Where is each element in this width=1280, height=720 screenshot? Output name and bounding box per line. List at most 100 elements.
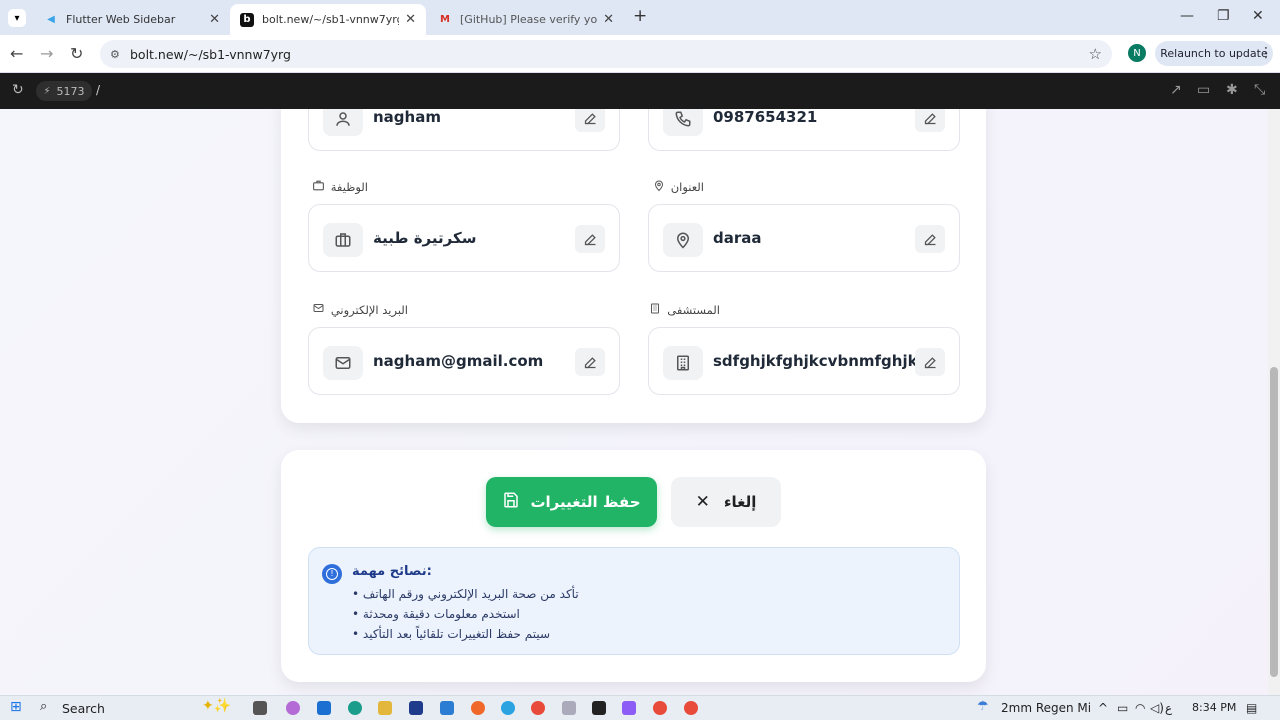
briefcase-icon	[323, 223, 363, 257]
tab-title: bolt.new/~/sb1-vnnw7yrg	[262, 13, 400, 26]
close-window-button[interactable]: ✕	[1252, 8, 1264, 24]
url-text: bolt.new/~/sb1-vnnw7yrg	[130, 46, 291, 62]
close-icon[interactable]: ✕	[405, 12, 416, 27]
reload-icon[interactable]: ↻	[70, 44, 83, 63]
chrome-icon[interactable]	[684, 701, 698, 715]
edit-hospital-button[interactable]	[915, 348, 945, 376]
wifi-icon: ◠	[1135, 701, 1146, 715]
building-icon	[663, 346, 703, 380]
mail-icon	[323, 346, 363, 380]
terminal-icon[interactable]	[592, 701, 606, 715]
menu-icon[interactable]: ⋮	[1259, 45, 1273, 61]
new-tab-button[interactable]: +	[633, 6, 647, 26]
avatar-letter: N	[1133, 47, 1141, 59]
task-view-icon[interactable]	[253, 701, 267, 715]
address-field[interactable]: daraa	[648, 204, 960, 272]
paint-icon[interactable]	[562, 701, 576, 715]
minimize-button[interactable]: —	[1180, 8, 1194, 24]
maximize-button[interactable]: ❐	[1217, 8, 1230, 24]
vite-icon[interactable]	[622, 701, 636, 715]
save-button[interactable]: حفظ التغييرات	[486, 477, 657, 527]
edit-email-button[interactable]	[575, 348, 605, 376]
tab-title: Flutter Web Sidebar	[66, 13, 176, 26]
postman-icon[interactable]	[471, 701, 485, 715]
address-value: daraa	[713, 229, 762, 247]
building-icon	[649, 302, 661, 318]
volume-icon[interactable]: ◁)	[1150, 701, 1164, 715]
cancel-button[interactable]: ✕ إلغاء	[671, 477, 781, 527]
relaunch-button[interactable]: Relaunch to update	[1155, 41, 1273, 66]
email-field[interactable]: nagham@gmail.com	[308, 327, 620, 395]
notification-icon[interactable]: ▤	[1246, 701, 1257, 715]
flutter-icon: ◀	[47, 14, 55, 25]
address-label-text: العنوان	[670, 180, 704, 194]
tips-title: :نصائح مهمة	[352, 564, 432, 579]
port-icon: ⚡	[43, 85, 51, 97]
chrome-icon[interactable]	[653, 701, 667, 715]
collapse-icon[interactable]: ⤡	[1254, 82, 1265, 98]
info-icon: !	[322, 564, 342, 584]
site-info-icon[interactable]: ⚙	[110, 48, 120, 61]
edge-icon[interactable]	[348, 701, 362, 715]
tab-flutter[interactable]: ◀ Flutter Web Sidebar ✕	[34, 4, 230, 35]
hospital-field[interactable]: sdfghjkfghjkcvbnmfghjk	[648, 327, 960, 395]
close-icon[interactable]: ✕	[209, 12, 220, 27]
scrollbar-thumb[interactable]	[1270, 367, 1278, 677]
search-icon[interactable]: ⌕	[40, 699, 47, 714]
close-icon: ✕	[695, 492, 710, 512]
bolt-icon: b	[240, 12, 254, 27]
chevron-up-icon[interactable]: ^	[1098, 701, 1108, 715]
edit-address-button[interactable]	[915, 225, 945, 253]
tab-list-button[interactable]: ▾	[8, 9, 26, 27]
weather-icon: ☂	[977, 699, 989, 714]
job-value: سكرتيرة طبية	[373, 229, 477, 247]
port-number: 5173	[56, 84, 85, 98]
chrome-icon[interactable]	[531, 701, 545, 715]
mail-icon	[312, 302, 325, 317]
windows-start-icon[interactable]: ⊞	[10, 699, 22, 715]
url-input[interactable]: ⚙ bolt.new/~/sb1-vnnw7yrg ☆	[100, 40, 1112, 68]
sparkle-icon: ✦✨	[202, 698, 232, 714]
refresh-icon[interactable]: ↻	[12, 82, 24, 98]
back-icon[interactable]: ←	[10, 44, 23, 63]
pencil-icon	[584, 112, 596, 124]
file-explorer-icon[interactable]	[378, 701, 392, 715]
taskbar-search[interactable]: Search	[62, 701, 105, 716]
job-field[interactable]: سكرتيرة طبية	[308, 204, 620, 272]
address-label: العنوان	[648, 179, 704, 195]
open-external-icon[interactable]: ↗	[1170, 82, 1182, 98]
job-label-text: الوظيفة	[330, 180, 368, 194]
bookmark-star-icon[interactable]: ☆	[1089, 45, 1102, 63]
tab-bar: ▾ ◀ Flutter Web Sidebar ✕ b bolt.new/~/s…	[0, 0, 1280, 35]
profile-avatar[interactable]: N	[1128, 44, 1146, 62]
tab-bolt[interactable]: b bolt.new/~/sb1-vnnw7yrg ✕	[230, 4, 426, 35]
pencil-icon	[584, 233, 596, 245]
devices-icon[interactable]: ▭	[1197, 82, 1210, 98]
app-l-icon[interactable]	[409, 701, 423, 715]
clock[interactable]: 8:34 PM	[1192, 701, 1236, 714]
port-badge-display: ⚡ 5173	[36, 81, 92, 101]
scrollbar[interactable]	[1268, 109, 1280, 695]
gmail-icon: M	[440, 14, 450, 25]
edit-job-button[interactable]	[575, 225, 605, 253]
copilot-icon[interactable]	[286, 701, 300, 715]
tip-item: استخدم معلومات دقيقة ومحدثة •	[352, 607, 520, 621]
weather-text[interactable]: 2mm Regen Mi	[1001, 701, 1091, 715]
telegram-icon[interactable]	[501, 701, 515, 715]
tip-item: تأكد من صحة البريد الإلكتروني ورقم الهات…	[352, 587, 579, 601]
vscode-icon[interactable]	[440, 701, 454, 715]
email-value: nagham@gmail.com	[373, 352, 544, 370]
forward-icon[interactable]: →	[40, 44, 53, 63]
job-label: الوظيفة	[308, 179, 368, 195]
close-icon[interactable]: ✕	[603, 12, 614, 27]
briefcase-icon	[312, 179, 325, 195]
language-indicator[interactable]: ع	[1165, 701, 1172, 715]
outlook-icon[interactable]	[317, 701, 331, 715]
tab-github[interactable]: M [GitHub] Please verify your devi ✕	[428, 4, 624, 35]
pencil-icon	[924, 112, 936, 124]
phone-value: 0987654321	[713, 108, 818, 126]
hospital-value: sdfghjkfghjkcvbnmfghjk	[713, 352, 918, 370]
preview-path: /	[96, 83, 101, 97]
inspect-icon[interactable]: ✱	[1226, 82, 1238, 98]
battery-icon: ▭	[1117, 701, 1129, 715]
